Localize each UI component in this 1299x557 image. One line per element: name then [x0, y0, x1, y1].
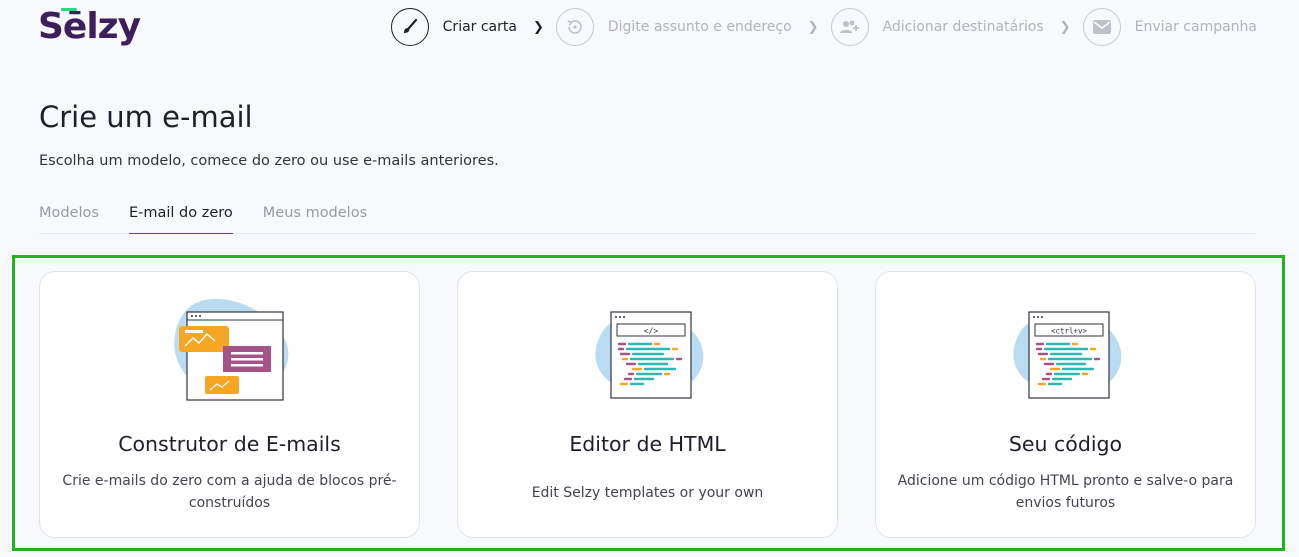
envelope-icon	[1082, 8, 1121, 46]
card-your-code[interactable]: <ctrl+v> Seu código Adicione um código H…	[875, 271, 1256, 538]
add-users-icon	[830, 8, 869, 46]
step-label: Adicionar destinatários	[882, 19, 1044, 35]
card-description: Adicione um código HTML pronto e salve-o…	[897, 473, 1234, 511]
tab-my-templates[interactable]: Meus modelos	[263, 205, 367, 234]
step-subject-address[interactable]: Digite assunto e endereço	[555, 8, 792, 46]
page-subtitle: Escolha um modelo, comece do zero ou use…	[39, 153, 499, 169]
card-title: Editor de HTML	[569, 432, 726, 456]
html-editor-illustration: </>	[594, 311, 703, 399]
chevron-right-icon: ❯	[1059, 19, 1071, 35]
chevron-right-icon: ❯	[532, 19, 544, 35]
card-description: Crie e-mails do zero com a ajuda de bloc…	[62, 473, 397, 511]
step-send-campaign[interactable]: Enviar campanha	[1082, 8, 1257, 46]
tab-email-from-scratch[interactable]: E-mail do zero	[128, 205, 233, 234]
progress-steps: Criar carta ❯ Digite assunto e endereço …	[390, 8, 1257, 46]
card-html-editor[interactable]: </> Editor de HTML Edit Selzy templates …	[457, 271, 838, 538]
step-label: Digite assunto e endereço	[607, 19, 792, 35]
page-title: Crie um e-mail	[39, 100, 253, 134]
svg-text:<ctrl+v>: <ctrl+v>	[1050, 327, 1087, 336]
card-title: Seu código	[1008, 432, 1123, 456]
chevron-right-icon: ❯	[807, 19, 819, 35]
svg-text:</>: </>	[643, 327, 658, 336]
builder-illustration	[173, 298, 288, 401]
step-label: Criar carta	[442, 19, 517, 35]
step-label: Enviar campanha	[1134, 19, 1257, 35]
paste-code-illustration: <ctrl+v>	[1012, 311, 1121, 399]
selzy-logo[interactable]: Sēlzy	[38, 6, 141, 47]
card-title: Construtor de E-mails	[118, 432, 341, 456]
refresh-icon	[555, 8, 594, 46]
step-add-recipients[interactable]: Adicionar destinatários	[830, 8, 1044, 46]
template-tabs: Modelos E-mail do zero Meus modelos	[39, 205, 1256, 234]
tab-templates[interactable]: Modelos	[39, 205, 99, 234]
card-description: Edit Selzy templates or your own	[531, 485, 764, 501]
brush-icon	[390, 8, 429, 46]
card-email-builder[interactable]: Construtor de E-mails Crie e-mails do ze…	[39, 271, 420, 538]
step-create-letter[interactable]: Criar carta	[390, 8, 517, 46]
